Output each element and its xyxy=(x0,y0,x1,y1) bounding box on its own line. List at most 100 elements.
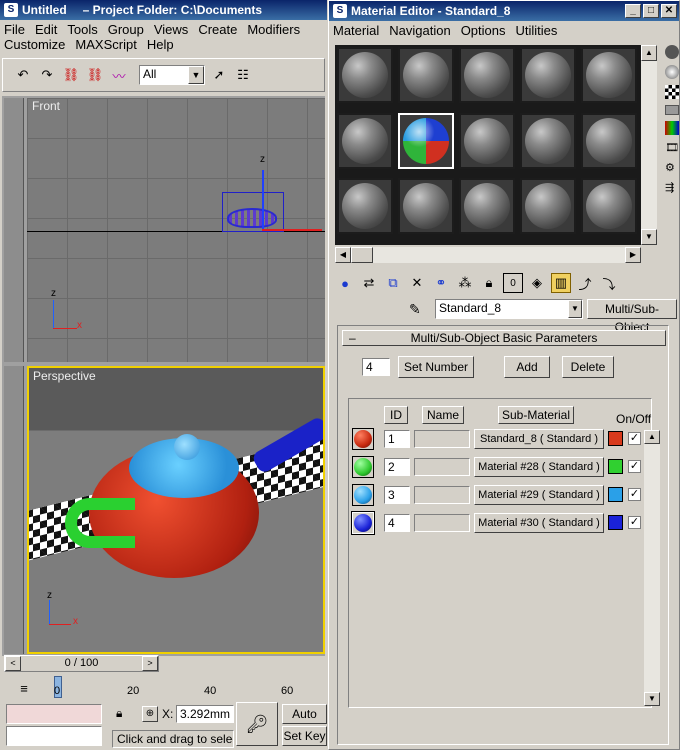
perspective-viewport[interactable]: Perspective z x xyxy=(27,366,325,654)
row-color-swatch[interactable] xyxy=(608,431,623,446)
curve-editor-icon[interactable]: ≡ xyxy=(14,678,34,698)
lock-icon[interactable]: 🔒︎ xyxy=(116,706,122,721)
get-material-icon[interactable]: ● xyxy=(335,273,355,293)
go-forward-to-sibling-icon[interactable]: ⤵ xyxy=(599,273,619,293)
row-on-checkbox[interactable]: ✓ xyxy=(628,460,641,473)
make-unique-icon[interactable]: ⁂ xyxy=(455,273,475,293)
coord-x-field[interactable]: 3.292mm xyxy=(176,705,234,723)
time-slider[interactable]: < 0 / 100 > xyxy=(4,655,159,672)
sample-slot[interactable] xyxy=(520,178,576,235)
mtl-menu-navigation[interactable]: Navigation xyxy=(389,23,450,38)
slots-vertical-scrollbar[interactable]: ▲ ▼ xyxy=(641,45,657,245)
row-submaterial-button[interactable]: Standard_8 ( Standard ) xyxy=(474,429,604,449)
close-icon[interactable]: ✕ xyxy=(661,4,677,18)
sort-by-submaterial-button[interactable]: Sub-Material xyxy=(498,406,574,424)
sub-material-count-field[interactable]: 4 xyxy=(362,358,390,376)
front-viewport[interactable]: Front z z x xyxy=(27,98,325,362)
scroll-thumb[interactable] xyxy=(351,247,373,263)
row-id-field[interactable]: 1 xyxy=(384,430,410,448)
scroll-up-icon[interactable]: ▲ xyxy=(644,430,660,444)
show-map-in-viewport-icon[interactable]: ◈ xyxy=(527,273,547,293)
sample-slot[interactable] xyxy=(398,178,454,235)
chevron-down-icon[interactable]: ▼ xyxy=(568,300,582,318)
sample-uv-icon[interactable] xyxy=(665,105,679,115)
sample-slot[interactable] xyxy=(581,112,637,169)
pick-material-from-object-icon[interactable]: ✎ xyxy=(409,301,421,318)
minimize-icon[interactable]: _ xyxy=(625,4,641,18)
material-name-field[interactable]: Standard_8 ▼ xyxy=(435,299,583,319)
bind-space-warp-icon[interactable]: 〰 xyxy=(109,65,129,85)
select-by-name-icon[interactable]: ☷ xyxy=(233,65,253,85)
backlight-icon[interactable] xyxy=(665,65,679,79)
menu-tools[interactable]: Tools xyxy=(67,22,97,37)
sample-slot[interactable] xyxy=(337,47,393,103)
rollout-collapse-icon[interactable]: – xyxy=(349,331,356,345)
chevron-down-icon[interactable]: ▼ xyxy=(188,66,204,84)
menu-file[interactable]: File xyxy=(4,22,25,37)
row-on-checkbox[interactable]: ✓ xyxy=(628,488,641,501)
selection-filter-dropdown[interactable]: All ▼ xyxy=(139,65,205,85)
make-preview-icon[interactable]: 🎞︎ xyxy=(665,141,679,155)
row-submaterial-button[interactable]: Material #28 ( Standard ) xyxy=(474,457,604,477)
redo-icon[interactable]: ↷ xyxy=(37,65,57,85)
undo-icon[interactable]: ↶ xyxy=(13,65,33,85)
reset-map-icon[interactable]: ✕ xyxy=(407,273,427,293)
mtl-menu-utilities[interactable]: Utilities xyxy=(516,23,558,38)
sort-by-name-button[interactable]: Name xyxy=(422,406,464,424)
go-to-parent-icon[interactable]: ⤴ xyxy=(575,273,595,293)
mtl-menu-material[interactable]: Material xyxy=(333,23,379,38)
row-name-field[interactable] xyxy=(414,430,470,448)
row-id-field[interactable]: 3 xyxy=(384,486,410,504)
rollout-header[interactable]: – Multi/Sub-Object Basic Parameters xyxy=(342,330,666,346)
material-effects-channel-icon[interactable]: 0 xyxy=(503,273,523,293)
sample-slot[interactable] xyxy=(459,112,515,169)
scroll-left-icon[interactable]: ◀ xyxy=(335,247,351,263)
sample-slot[interactable] xyxy=(520,112,576,169)
time-next-icon[interactable]: > xyxy=(142,656,158,671)
sample-slot[interactable] xyxy=(459,47,515,103)
row-color-swatch[interactable] xyxy=(608,515,623,530)
scroll-up-icon[interactable]: ▲ xyxy=(641,45,657,61)
scroll-down-icon[interactable]: ▼ xyxy=(644,692,660,706)
menu-edit[interactable]: Edit xyxy=(35,22,57,37)
put-to-library-icon[interactable]: 🔒︎ xyxy=(479,273,499,293)
maxscript-listener-field[interactable] xyxy=(6,704,102,724)
time-prev-icon[interactable]: < xyxy=(5,656,21,671)
sample-slot[interactable] xyxy=(398,47,454,103)
select-link-icon[interactable]: ⛓ xyxy=(61,65,81,85)
track-bar[interactable]: ≡ 0 20 40 60 xyxy=(0,674,327,702)
maximize-icon[interactable]: □ xyxy=(643,4,659,18)
options-icon[interactable]: ⚙ xyxy=(665,161,679,175)
slots-horizontal-scrollbar[interactable]: ◀ ▶ xyxy=(335,247,641,263)
material-type-button[interactable]: Multi/Sub-Object xyxy=(587,299,677,334)
row-color-swatch[interactable] xyxy=(608,487,623,502)
sample-slot[interactable] xyxy=(581,178,637,235)
delete-button[interactable]: Delete xyxy=(562,356,614,378)
row-color-swatch[interactable] xyxy=(608,459,623,474)
scroll-down-icon[interactable]: ▼ xyxy=(641,229,657,245)
auto-key-button[interactable]: Auto Key xyxy=(282,704,327,739)
row-name-field[interactable] xyxy=(414,458,470,476)
set-key-icon[interactable]: 🔑︎ xyxy=(236,702,278,746)
put-to-scene-icon[interactable]: ⇄ xyxy=(359,273,379,293)
row-on-checkbox[interactable]: ✓ xyxy=(628,432,641,445)
mtl-menu-options[interactable]: Options xyxy=(461,23,506,38)
row-id-field[interactable]: 4 xyxy=(384,514,410,532)
menu-group[interactable]: Group xyxy=(108,22,144,37)
row-on-checkbox[interactable]: ✓ xyxy=(628,516,641,529)
sample-slot[interactable] xyxy=(337,112,393,169)
sample-slot[interactable] xyxy=(581,47,637,103)
menu-create[interactable]: Create xyxy=(198,22,237,37)
row-name-field[interactable] xyxy=(414,514,470,532)
row-submaterial-button[interactable]: Material #30 ( Standard ) xyxy=(474,513,604,533)
menu-modifiers[interactable]: Modifiers xyxy=(247,22,300,37)
set-number-button[interactable]: Set Number xyxy=(398,356,474,378)
menu-help[interactable]: Help xyxy=(147,37,174,52)
row-name-field[interactable] xyxy=(414,486,470,504)
scroll-right-icon[interactable]: ▶ xyxy=(625,247,641,263)
copy-material-icon[interactable]: ⚭ xyxy=(431,273,451,293)
menu-views[interactable]: Views xyxy=(154,22,188,37)
sample-slot[interactable] xyxy=(459,178,515,235)
unlink-icon[interactable]: ⛓ xyxy=(85,65,105,85)
sort-by-id-button[interactable]: ID xyxy=(384,406,408,424)
